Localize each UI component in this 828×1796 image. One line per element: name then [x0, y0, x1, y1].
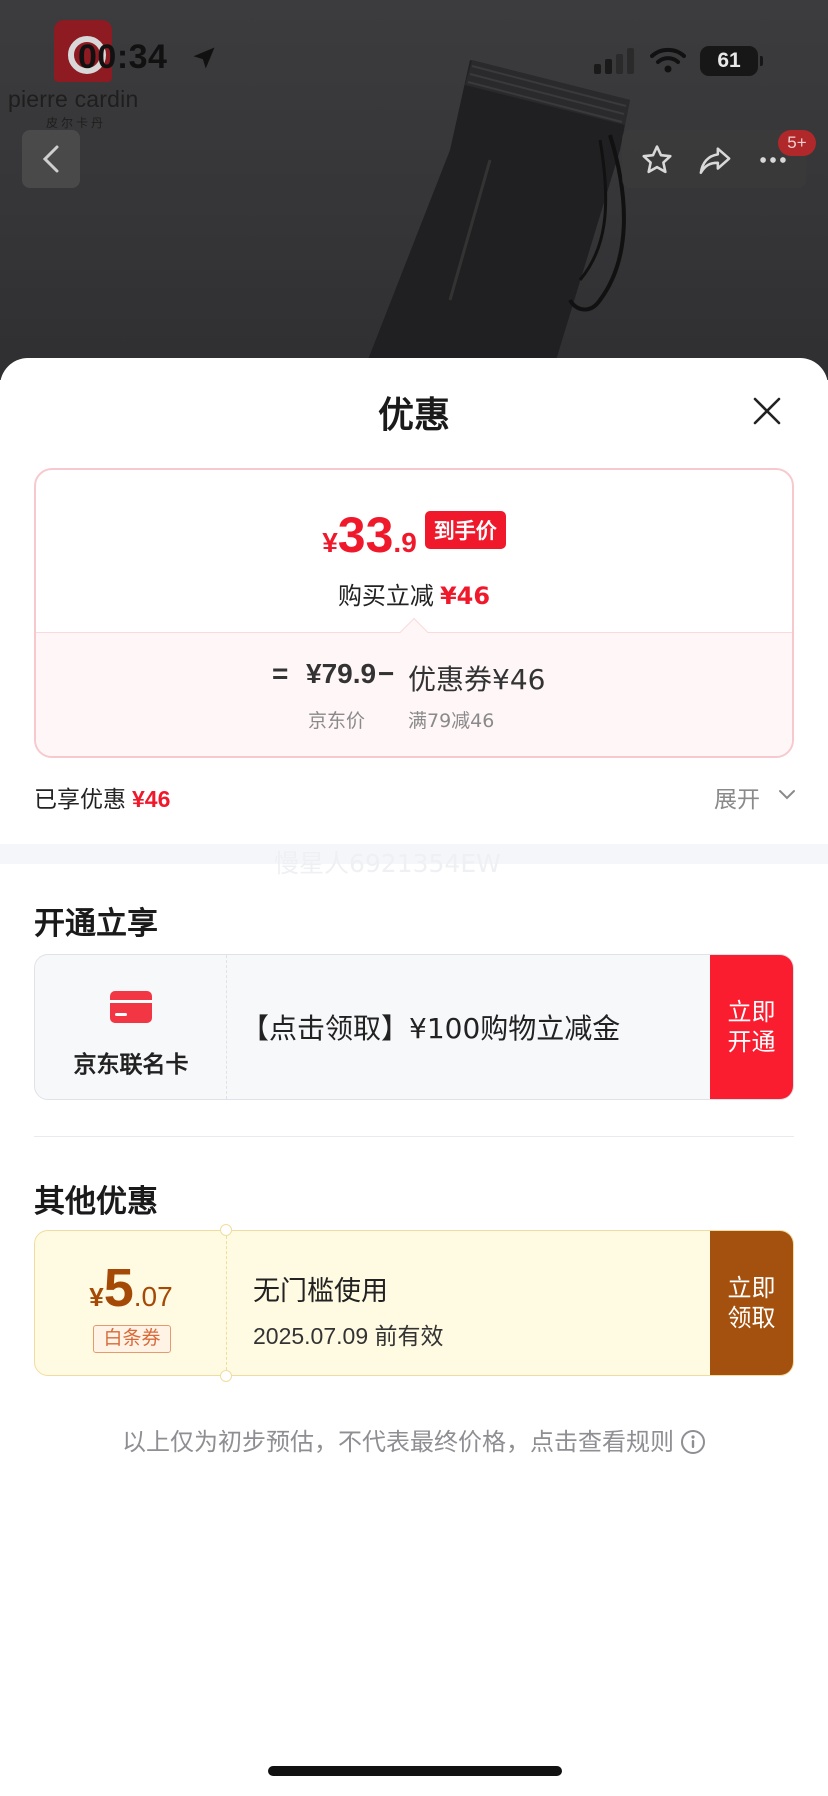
cellular-signal-icon [594, 48, 634, 74]
status-time: 00:34 [78, 38, 168, 76]
jd-card-name: 京东联名卡 [73, 1052, 189, 1078]
baitiao-amount-decimal: .07 [133, 1281, 173, 1312]
baitiao-currency: ¥ [89, 1282, 104, 1312]
credit-card-icon [110, 991, 152, 1023]
thin-divider [34, 1136, 794, 1137]
location-arrow-icon [193, 47, 215, 69]
back-button[interactable] [22, 130, 80, 188]
baitiao-coupon-left: ¥5.07 白条券 [35, 1231, 227, 1375]
coupon-notch-top [220, 1224, 232, 1236]
instant-discount-value: ¥46 [439, 582, 491, 610]
section-title-open: 开通立享 [34, 906, 158, 942]
disclaimer-rules-link[interactable]: 以上仅为初步预估，不代表最终价格，点击查看规则 [0, 1422, 828, 1457]
sheet-title: 优惠 [377, 395, 450, 436]
wifi-icon [650, 47, 686, 73]
final-price-integer: 33 [337, 507, 394, 563]
brand-subtitle: 皮尔卡丹 [46, 116, 107, 130]
final-price-tag: 到手价 [424, 511, 506, 549]
discount-sheet: 优惠 ¥33.9 到手价 购买立减 ¥46 = ¥79.9 − 优惠券¥46 京东价… [0, 358, 828, 1796]
claim-now-button[interactable]: 立即领取 [710, 1231, 793, 1375]
baitiao-validity: 2025.07.09 前有效 [253, 1323, 444, 1349]
message-count-badge: 5+ [778, 130, 816, 156]
close-icon[interactable] [750, 394, 784, 428]
product-page-backdrop: pierre cardin 皮尔卡丹 00:34 61 5+ [0, 0, 828, 380]
enjoyed-discount: 已享优惠 ¥46 [34, 780, 170, 814]
enjoyed-discount-value: ¥46 [132, 786, 171, 812]
instant-discount: 购买立减 ¥46 [36, 576, 792, 611]
home-indicator[interactable] [268, 1766, 562, 1776]
jd-card-description: 【点击领取】¥100购物立减金 [241, 1012, 621, 1045]
enjoyed-discount-label: 已享优惠 [34, 787, 126, 813]
baitiao-coupon-offer[interactable]: ¥5.07 白条券 无门槛使用 2025.07.09 前有效 立即领取 [34, 1230, 794, 1376]
star-icon[interactable] [640, 143, 674, 177]
instant-discount-label: 购买立减 [337, 582, 434, 610]
jd-card-left: 京东联名卡 [35, 955, 227, 1099]
formula-equals: = [272, 658, 289, 689]
expand-button[interactable]: 展开 [714, 780, 760, 814]
coupon-notch-bottom [220, 1370, 232, 1382]
final-price-currency: ¥ [322, 527, 338, 558]
chevron-left-icon [42, 145, 59, 173]
formula-coupon: 优惠券¥46 [408, 663, 546, 696]
coupon-rule: 满79减46 [408, 710, 495, 732]
battery-indicator: 61 [700, 46, 763, 76]
disclaimer-text: 以上仅为初步预估，不代表最终价格，点击查看规则 [122, 1428, 674, 1456]
formula-minus: − [378, 658, 395, 689]
share-icon[interactable] [698, 143, 732, 177]
watermark: 慢星人6921354EW [274, 849, 501, 878]
baitiao-title: 无门槛使用 [253, 1276, 388, 1307]
chevron-down-icon[interactable] [778, 788, 796, 802]
final-price: ¥33.9 到手价 [36, 506, 792, 564]
open-now-button[interactable]: 立即开通 [710, 955, 793, 1099]
formula-jd-price: ¥79.9 [306, 658, 377, 689]
baitiao-tag: 白条券 [93, 1325, 171, 1353]
brand-name: pierre cardin [8, 86, 139, 112]
baitiao-amount-integer: 5 [103, 1258, 134, 1318]
final-price-decimal: .9 [393, 527, 417, 558]
jd-cobrand-card-offer[interactable]: 京东联名卡 【点击领取】¥100购物立减金 立即开通 [34, 954, 794, 1100]
price-breakdown-card: ¥33.9 到手价 购买立减 ¥46 = ¥79.9 − 优惠券¥46 京东价 满7… [34, 468, 794, 758]
jd-price-label: 京东价 [308, 710, 366, 732]
section-title-other: 其他优惠 [34, 1184, 158, 1220]
product-image [360, 60, 630, 380]
info-icon[interactable] [680, 1429, 706, 1455]
baitiao-amount: ¥5.07 [35, 1257, 227, 1319]
